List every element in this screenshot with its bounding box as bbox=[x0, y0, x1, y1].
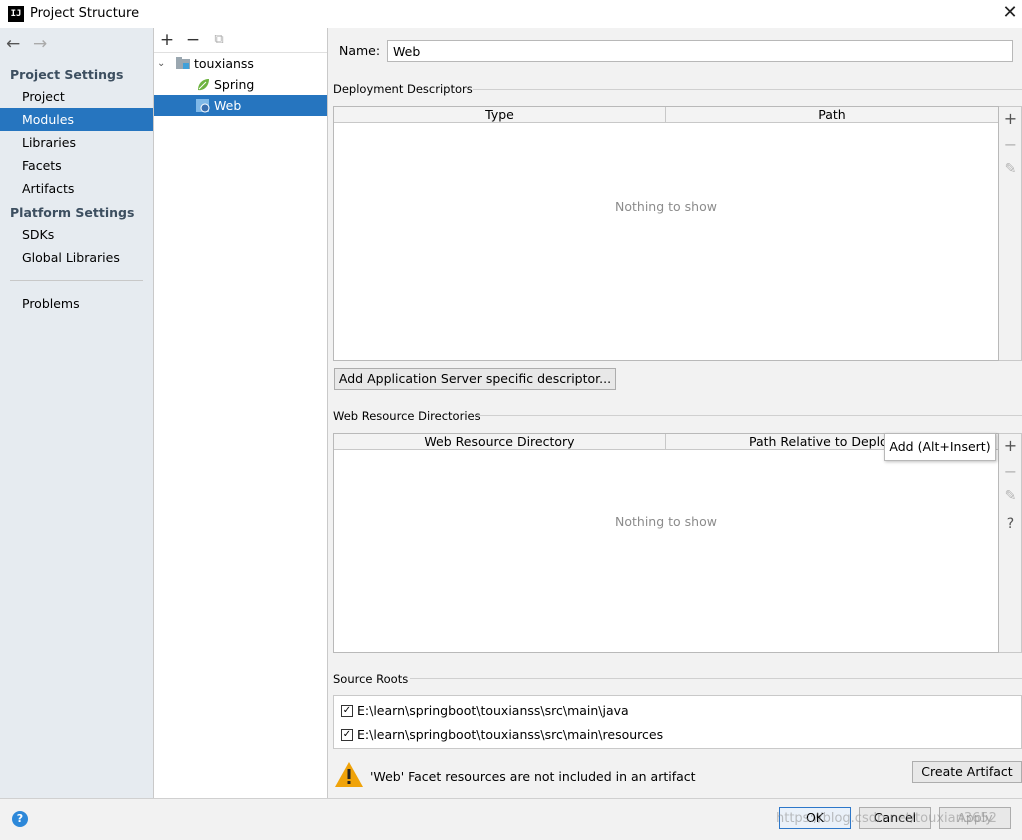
tree-item-spring[interactable]: Spring bbox=[154, 74, 327, 95]
project-settings-header: Project Settings bbox=[10, 67, 124, 82]
source-roots-title: Source Roots bbox=[333, 672, 409, 686]
remove-icon[interactable]: − bbox=[999, 135, 1022, 154]
create-artifact-button[interactable]: Create Artifact bbox=[912, 761, 1022, 783]
name-label: Name: bbox=[339, 43, 381, 58]
add-server-descriptor-button[interactable]: Add Application Server specific descript… bbox=[334, 368, 616, 390]
add-tooltip: Add (Alt+Insert) bbox=[884, 433, 996, 461]
group-divider bbox=[473, 89, 1022, 90]
deployment-table-toolbar: + − ✎ bbox=[999, 106, 1022, 361]
copy-module-icon[interactable]: ⧉ bbox=[210, 31, 228, 49]
warning-text: 'Web' Facet resources are not included i… bbox=[370, 769, 696, 784]
sidebar-item-global-libraries[interactable]: Global Libraries bbox=[0, 246, 153, 269]
edit-pencil-icon[interactable]: ✎ bbox=[999, 161, 1022, 177]
sidebar-item-facets[interactable]: Facets bbox=[0, 154, 153, 177]
module-tree-panel bbox=[154, 28, 328, 798]
sidebar-item-sdks[interactable]: SDKs bbox=[0, 223, 153, 246]
help-icon[interactable]: ? bbox=[12, 811, 28, 827]
platform-settings-header: Platform Settings bbox=[10, 205, 135, 220]
tree-item-web[interactable]: Web bbox=[154, 95, 327, 116]
source-root-checkbox[interactable]: ✓ bbox=[341, 729, 353, 741]
tree-item-label: Web bbox=[214, 98, 242, 113]
source-root-path: E:\learn\springboot\touxianss\src\main\r… bbox=[357, 727, 664, 742]
spring-leaf-icon bbox=[198, 79, 209, 91]
table-header: Type Path bbox=[334, 107, 998, 123]
deployment-descriptors-title: Deployment Descriptors bbox=[333, 82, 473, 96]
add-module-icon[interactable]: + bbox=[158, 31, 176, 49]
help-question-icon[interactable]: ? bbox=[999, 516, 1022, 532]
add-icon[interactable]: + bbox=[999, 109, 1022, 128]
window-title: Project Structure bbox=[30, 6, 140, 21]
remove-module-icon[interactable]: − bbox=[184, 31, 202, 49]
column-header-type[interactable]: Type bbox=[334, 107, 666, 122]
close-window-icon[interactable]: ✕ bbox=[1000, 2, 1020, 24]
web-resource-directories-table[interactable]: Web Resource Directory Path Relative to … bbox=[333, 433, 999, 653]
source-roots-list: ✓ E:\learn\springboot\touxianss\src\main… bbox=[333, 695, 1022, 749]
tree-item-touxianss[interactable]: ⌄ touxianss bbox=[154, 53, 327, 74]
sidebar-item-modules[interactable]: Modules bbox=[0, 108, 153, 131]
source-root-path: E:\learn\springboot\touxianss\src\main\j… bbox=[357, 703, 629, 718]
title-bar bbox=[0, 0, 1022, 28]
add-icon[interactable]: + bbox=[999, 436, 1022, 455]
group-divider bbox=[476, 415, 1022, 416]
tree-item-label: touxianss bbox=[194, 56, 254, 71]
group-divider bbox=[410, 678, 1022, 679]
module-folder-icon bbox=[176, 57, 190, 69]
source-root-checkbox[interactable]: ✓ bbox=[341, 705, 353, 717]
deployment-descriptors-table[interactable]: Type Path Nothing to show bbox=[333, 106, 999, 361]
sidebar-item-problems[interactable]: Problems bbox=[0, 292, 153, 315]
empty-state-text: Nothing to show bbox=[615, 514, 717, 529]
column-header-path[interactable]: Path bbox=[666, 107, 998, 122]
sidebar-divider bbox=[10, 280, 143, 281]
back-arrow-icon[interactable]: ← bbox=[6, 34, 20, 54]
name-input[interactable] bbox=[387, 40, 1013, 62]
warning-triangle-icon bbox=[335, 762, 363, 787]
column-header-web-resource-directory[interactable]: Web Resource Directory bbox=[334, 434, 666, 449]
web-facet-icon bbox=[196, 99, 210, 113]
edit-pencil-icon[interactable]: ✎ bbox=[999, 488, 1022, 504]
sidebar-item-project[interactable]: Project bbox=[0, 85, 153, 108]
forward-arrow-icon[interactable]: → bbox=[33, 34, 47, 54]
web-resources-table-toolbar: + − ✎ ? bbox=[999, 433, 1022, 653]
watermark-text: https://blog.csdn.net/touxian3652 bbox=[776, 811, 997, 826]
empty-state-text: Nothing to show bbox=[615, 199, 717, 214]
sidebar-item-artifacts[interactable]: Artifacts bbox=[0, 177, 153, 200]
sidebar-item-libraries[interactable]: Libraries bbox=[0, 131, 153, 154]
remove-icon[interactable]: − bbox=[999, 462, 1022, 481]
tree-item-label: Spring bbox=[214, 77, 255, 92]
intellij-app-icon: IJ bbox=[8, 6, 24, 22]
chevron-down-icon[interactable]: ⌄ bbox=[157, 53, 165, 74]
web-resource-directories-title: Web Resource Directories bbox=[333, 409, 481, 423]
